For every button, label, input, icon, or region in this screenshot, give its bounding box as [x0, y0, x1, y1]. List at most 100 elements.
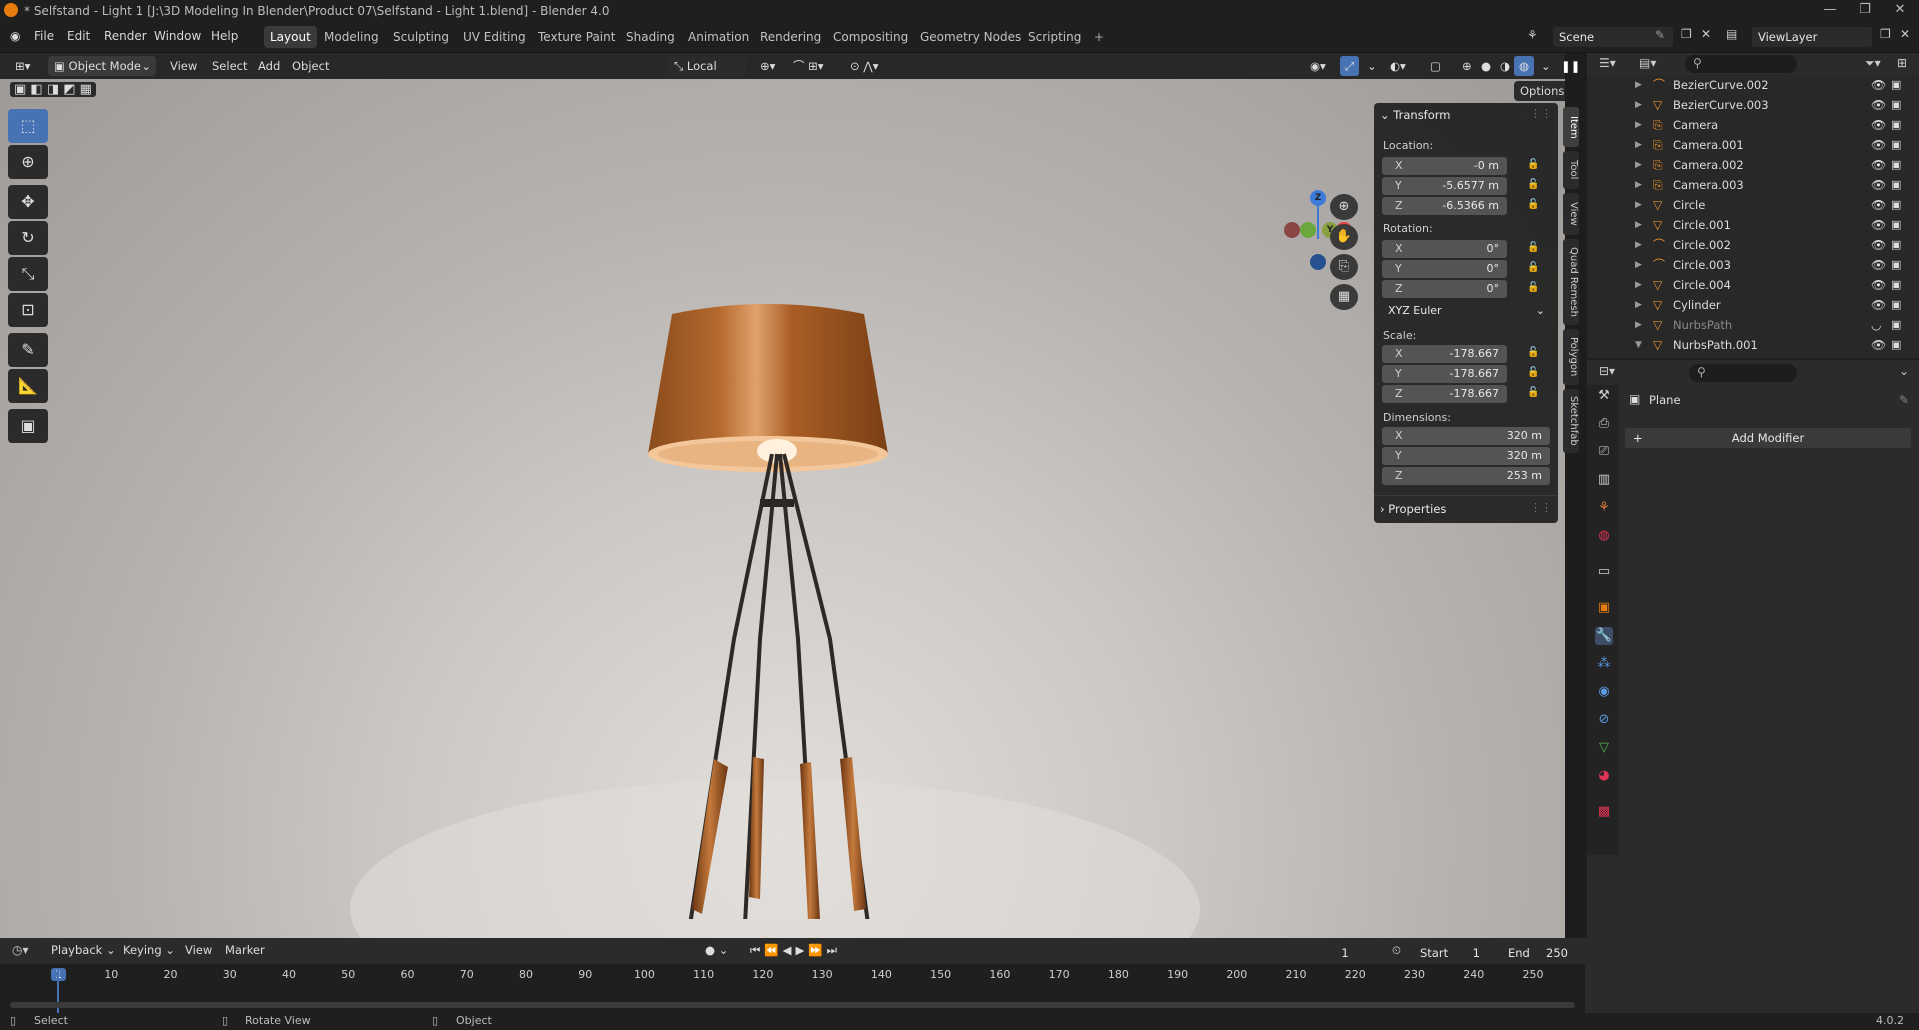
chevron-right-icon[interactable]: ▶ — [1635, 215, 1642, 235]
timeline-view-menu[interactable]: View — [180, 940, 217, 960]
current-frame-field[interactable]: 1 — [1308, 943, 1382, 963]
preview-range-icon[interactable]: ⏲ — [1387, 940, 1406, 960]
tool-settings-icon[interactable]: ⚒ — [1595, 387, 1613, 405]
tab-scripting[interactable]: Scripting — [1022, 26, 1087, 48]
tab-item[interactable]: Item — [1563, 107, 1579, 147]
render-camera-icon[interactable]: ▣ — [1891, 315, 1901, 335]
editor-type-icon[interactable]: ☰▾ — [1599, 56, 1616, 70]
select-box-tool-icon[interactable]: ⬚ — [8, 109, 48, 143]
tab-sketchfab[interactable]: Sketchfab — [1563, 389, 1579, 453]
options-dropdown[interactable]: Options ⌄ — [1514, 81, 1565, 118]
chevron-right-icon[interactable]: ▶ — [1635, 315, 1642, 335]
tab-view[interactable]: View — [1563, 193, 1579, 235]
properties-header[interactable]: › Properties — [1380, 499, 1446, 519]
dimension-z-field[interactable]: Z 253 m — [1382, 467, 1550, 485]
wireframe-shading-icon[interactable]: ⊕ — [1457, 56, 1477, 76]
lock-icon[interactable]: 🔓 — [1527, 367, 1539, 378]
overlay-icon[interactable]: ◐▾ — [1385, 56, 1411, 76]
tab-uv-editing[interactable]: UV Editing — [457, 26, 532, 48]
viewport-menu-view[interactable]: View — [165, 56, 202, 76]
render-camera-icon[interactable]: ▣ — [1891, 295, 1901, 315]
view-layer-selector[interactable]: ViewLayer — [1752, 27, 1872, 47]
tab-texture-paint[interactable]: Texture Paint — [532, 26, 621, 48]
world-properties-icon[interactable]: ◍ — [1595, 527, 1613, 545]
visibility-eye-icon[interactable]: 👁 — [1871, 335, 1886, 355]
xray-icon[interactable]: ▢ — [1425, 56, 1446, 76]
rotation-x-field[interactable]: X 0° — [1382, 240, 1507, 258]
render-camera-icon[interactable]: ▣ — [1891, 235, 1901, 255]
solid-shading-icon[interactable]: ● — [1476, 56, 1496, 76]
transform-orientation-dropdown[interactable]: ⤡ Local — [668, 56, 746, 76]
lock-icon[interactable]: 🔓 — [1527, 262, 1539, 273]
material-shading-icon[interactable]: ◑ — [1495, 56, 1515, 76]
outliner-row[interactable]: ▶ ⎘ Camera.003 👁 ▣ — [1587, 175, 1919, 195]
lock-icon[interactable]: 🔓 — [1527, 387, 1539, 398]
outliner-row[interactable]: ▶ ▽ Cylinder 👁 ▣ — [1587, 295, 1919, 315]
y-axis-ball[interactable] — [1300, 222, 1316, 238]
visibility-eye-icon[interactable]: 👁 — [1871, 295, 1886, 315]
scene-properties-icon[interactable]: ⚘ — [1595, 499, 1613, 517]
outliner-row[interactable]: ▶ ⌒ BezierCurve.002 👁 ▣ — [1587, 75, 1919, 95]
gizmo-toggle-icon[interactable]: ⤢ — [1340, 56, 1360, 76]
delete-scene-icon[interactable]: ✕ — [1701, 27, 1711, 41]
visibility-eye-icon[interactable]: 👁 — [1871, 95, 1886, 115]
scale-x-field[interactable]: X -178.667 — [1382, 345, 1507, 363]
render-properties-icon[interactable]: ⎙ — [1595, 415, 1613, 433]
editor-type-icon[interactable]: ⊞▾ — [10, 56, 35, 76]
visibility-eye-icon[interactable]: 👁 — [1871, 235, 1886, 255]
constraints-properties-icon[interactable]: ⊘ — [1595, 711, 1613, 729]
editor-type-icon[interactable]: ◷▾ — [12, 943, 29, 957]
transform-header[interactable]: ⌄ Transform — [1380, 105, 1451, 125]
visibility-eye-icon[interactable]: ◡ — [1871, 315, 1881, 335]
selection-mode-icons[interactable]: ▣ ◧ ◨ ◩ ▦ — [10, 82, 96, 97]
render-camera-icon[interactable]: ▣ — [1891, 275, 1901, 295]
rotation-mode-dropdown[interactable]: XYZ Euler ⌄ — [1382, 302, 1550, 320]
tab-animation[interactable]: Animation — [682, 26, 755, 48]
chevron-right-icon[interactable]: ▶ — [1635, 295, 1642, 315]
outliner-row[interactable]: ▼ ▽ NurbsPath.001 👁 ▣ — [1587, 335, 1919, 355]
visibility-icon[interactable]: ◉▾ — [1305, 56, 1331, 76]
scale-z-field[interactable]: Z -178.667 — [1382, 385, 1507, 403]
viewport-menu-object[interactable]: Object — [287, 56, 334, 76]
location-x-field[interactable]: X -0 m — [1382, 157, 1507, 175]
viewport-menu-select[interactable]: Select — [207, 56, 252, 76]
render-camera-icon[interactable]: ▣ — [1891, 135, 1901, 155]
gizmo-dropdown-icon[interactable]: ⌄ — [1362, 56, 1382, 76]
render-camera-icon[interactable]: ▣ — [1891, 175, 1901, 195]
blender-menu-icon[interactable]: ◉ — [10, 29, 20, 43]
proportional-edit-icon[interactable]: ⊙ ⋀▾ — [845, 56, 884, 76]
delete-view-layer-icon[interactable]: ✕ — [1900, 27, 1910, 41]
dimension-y-field[interactable]: Y 320 m — [1382, 447, 1550, 465]
outliner-row[interactable]: ▶ ⎘ Camera 👁 ▣ — [1587, 115, 1919, 135]
location-y-field[interactable]: Y -5.6577 m — [1382, 177, 1507, 195]
outliner-row[interactable]: ▶ ▽ NurbsPath ◡ ▣ — [1587, 315, 1919, 335]
lock-icon[interactable]: 🔓 — [1527, 159, 1539, 170]
close-button[interactable]: ✕ — [1885, 2, 1915, 17]
rendered-shading-icon[interactable]: ◍ — [1514, 56, 1535, 76]
properties-search-input[interactable]: ⚲ — [1689, 364, 1797, 382]
outliner-row[interactable]: ▶ ⎘ Camera.002 👁 ▣ — [1587, 155, 1919, 175]
zoom-icon[interactable]: ⊕ — [1330, 194, 1358, 220]
texture-properties-icon[interactable]: ▩ — [1595, 803, 1613, 821]
playback-controls[interactable]: ⏮⏪◀▶⏩⏭ — [745, 940, 846, 960]
timeline-keying-menu[interactable]: Keying ⌄ — [118, 940, 180, 960]
chevron-right-icon[interactable]: ▶ — [1635, 255, 1642, 275]
material-properties-icon[interactable]: ◕ — [1595, 767, 1613, 785]
add-modifier-button[interactable]: + Add Modifier — [1625, 428, 1911, 448]
chevron-right-icon[interactable]: ▶ — [1635, 95, 1642, 115]
modifier-properties-icon[interactable]: 🔧 — [1595, 627, 1613, 645]
editor-type-icon[interactable]: ⊟▾ — [1599, 364, 1615, 378]
chevron-down-icon[interactable]: ⌄ — [1899, 364, 1909, 378]
end-frame-field[interactable]: End 250 — [1496, 943, 1578, 963]
camera-view-icon[interactable]: ⎘ — [1330, 254, 1358, 280]
render-camera-icon[interactable]: ▣ — [1891, 95, 1901, 115]
cursor-tool-icon[interactable]: ⊕ — [8, 145, 48, 179]
lock-icon[interactable]: 🔓 — [1527, 179, 1539, 190]
move-tool-icon[interactable]: ✥ — [8, 185, 48, 219]
outliner-row[interactable]: ▶ ⌒ Circle.002 👁 ▣ — [1587, 235, 1919, 255]
pause-render-icon[interactable]: ❚❚ — [1556, 56, 1585, 76]
tab-geometry-nodes[interactable]: Geometry Nodes — [914, 26, 1027, 48]
drag-handle-icon[interactable]: ⋮⋮ — [1530, 107, 1552, 120]
new-view-layer-icon[interactable]: ❐ — [1880, 27, 1891, 41]
render-camera-icon[interactable]: ▣ — [1891, 215, 1901, 235]
